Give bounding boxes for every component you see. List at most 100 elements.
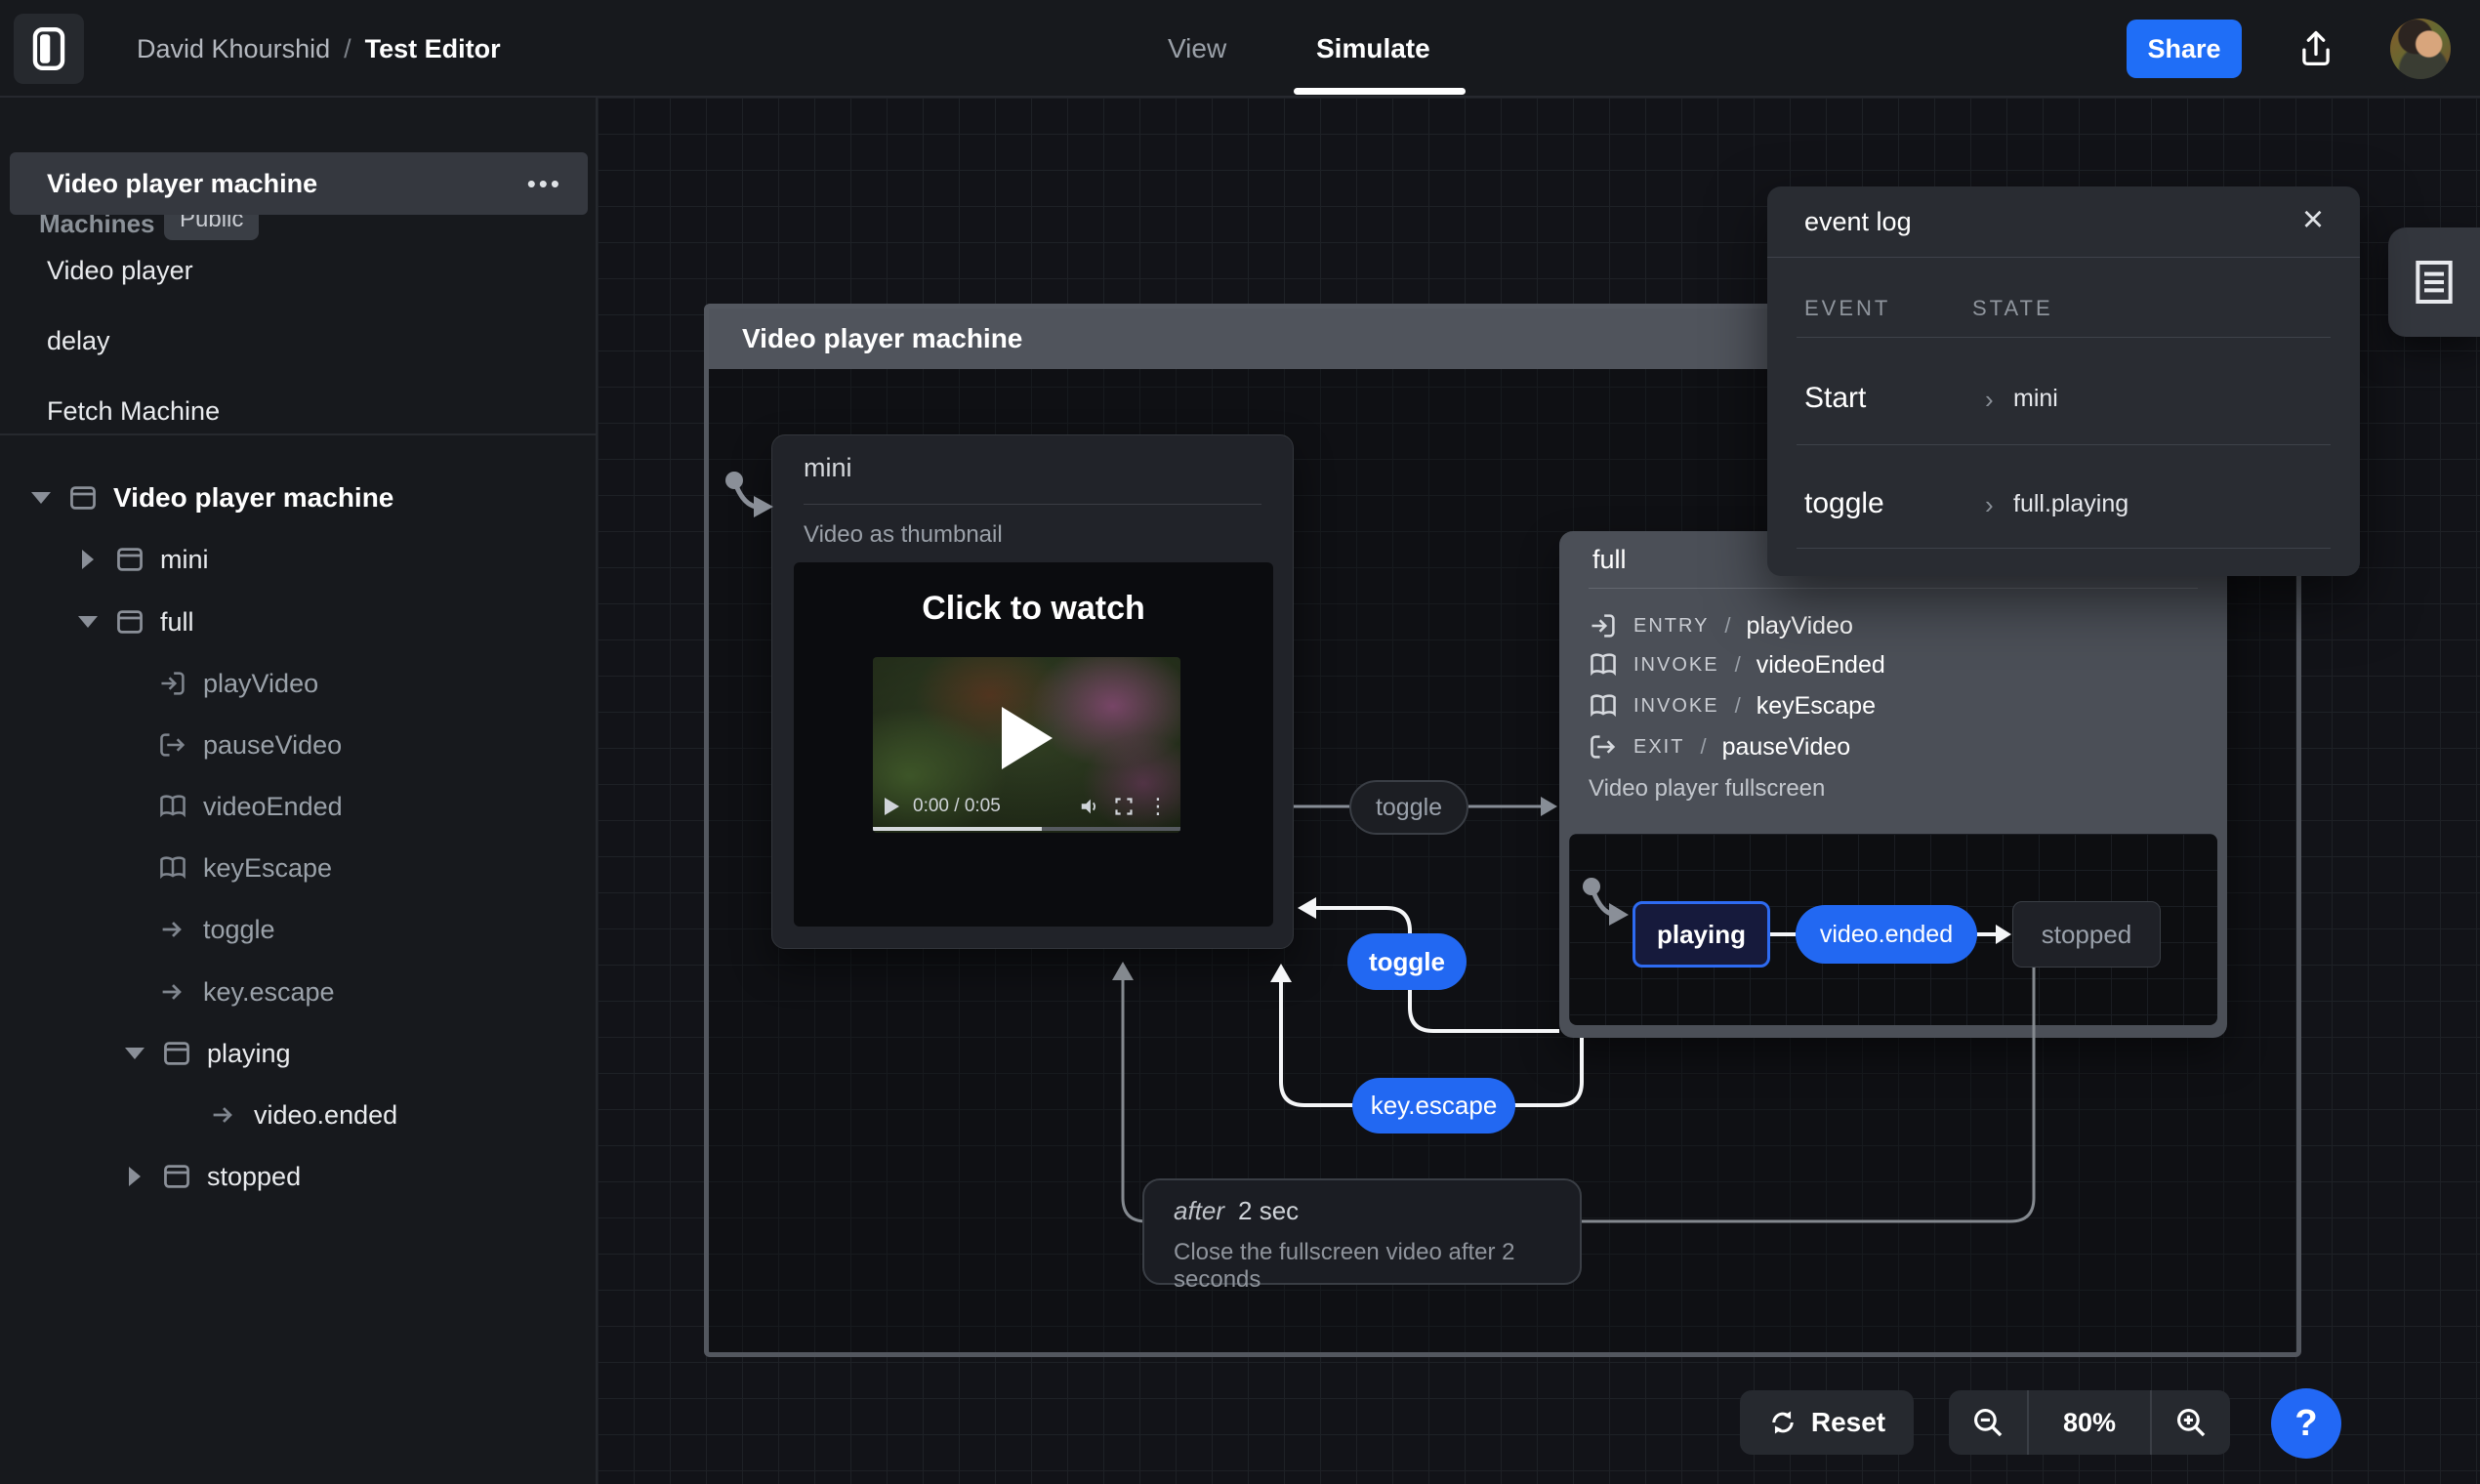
- column-header-event: EVENT: [1804, 296, 1890, 321]
- machine-name: Video player machine: [47, 169, 317, 199]
- zoom-in-button[interactable]: [2152, 1390, 2230, 1455]
- invoke-icon: [158, 853, 187, 883]
- tree-item-keyescape-event[interactable]: key.escape: [158, 965, 335, 1019]
- transition-arrow-icon: [158, 977, 187, 1007]
- divider: [804, 504, 1261, 505]
- tree-label: video.ended: [254, 1100, 397, 1131]
- transition-arrow-icon: [158, 915, 187, 944]
- help-button[interactable]: ?: [2271, 1388, 2341, 1459]
- machine-list-item[interactable]: delay: [10, 312, 588, 369]
- stately-editor: Video player machine: [0, 0, 2480, 1484]
- tree-label: key.escape: [203, 977, 335, 1008]
- chevron-right-icon: ›: [1985, 490, 1994, 520]
- tree-item-stopped[interactable]: stopped: [123, 1149, 301, 1204]
- video-thumbnail[interactable]: 0:00 / 0:05 ⋮: [873, 657, 1180, 833]
- action-sep: /: [1700, 734, 1706, 760]
- event-pill-key-escape[interactable]: key.escape: [1352, 1078, 1515, 1134]
- action-exit[interactable]: EXIT / pauseVideo: [1589, 728, 1850, 765]
- caret-right-icon[interactable]: [76, 550, 100, 569]
- caret-down-icon[interactable]: [123, 1048, 146, 1059]
- state-icon: [68, 483, 98, 513]
- divider: [1797, 337, 2331, 338]
- tree-item-toggle-event[interactable]: toggle: [158, 902, 275, 957]
- caret-down-icon[interactable]: [29, 492, 53, 504]
- action-sep: /: [1724, 613, 1730, 639]
- video-overlay-text: Click to watch: [794, 590, 1273, 628]
- event-pill-toggle-inactive[interactable]: toggle: [1349, 780, 1468, 835]
- play-overlay-icon[interactable]: [1002, 707, 1053, 769]
- action-invoke[interactable]: INVOKE / videoEnded: [1589, 646, 1885, 683]
- tree-item-machine-root[interactable]: Video player machine: [29, 471, 393, 525]
- exit-icon: [158, 730, 187, 760]
- state-node-stopped[interactable]: stopped: [2012, 901, 2161, 968]
- divider: [1797, 548, 2331, 549]
- tree-item-videoended-event[interactable]: video.ended: [209, 1088, 397, 1142]
- machine-list-item[interactable]: Video player: [10, 242, 588, 299]
- volume-icon[interactable]: [1079, 796, 1100, 817]
- breadcrumb-user[interactable]: David Khourshid: [137, 34, 330, 64]
- event-log-title: event log: [1804, 186, 1912, 257]
- action-name: pauseVideo: [1722, 733, 1851, 762]
- video-menu-icon[interactable]: ⋮: [1147, 794, 1169, 819]
- tree-label: playVideo: [203, 669, 318, 699]
- video-panel: Click to watch 0:00 / 0:05 ⋮: [794, 562, 1273, 927]
- state-title: full: [1592, 545, 1627, 575]
- video-progress-track[interactable]: [873, 827, 1180, 831]
- action-entry[interactable]: ENTRY / playVideo: [1589, 607, 1853, 644]
- refresh-icon: [1768, 1408, 1798, 1437]
- after-transition-note[interactable]: after2 sec Close the fullscreen video af…: [1142, 1178, 1582, 1285]
- more-options-icon[interactable]: •••: [527, 169, 562, 199]
- tree-item-mini[interactable]: mini: [76, 532, 209, 587]
- column-header-state: STATE: [1972, 296, 2053, 321]
- tree-label: toggle: [203, 915, 275, 945]
- toggle-sidebar-button[interactable]: [14, 14, 84, 84]
- divider: [1797, 444, 2331, 445]
- event-pill-video-ended[interactable]: video.ended: [1796, 905, 1977, 964]
- breadcrumb-document[interactable]: Test Editor: [365, 34, 501, 64]
- video-time: 0:00 / 0:05: [913, 796, 1001, 817]
- tree-item-playvideo[interactable]: playVideo: [158, 656, 318, 711]
- machine-list-item[interactable]: Fetch Machine: [10, 383, 588, 439]
- caret-down-icon[interactable]: [76, 616, 100, 628]
- state-node-playing[interactable]: playing: [1633, 901, 1770, 968]
- event-pill-toggle-active[interactable]: toggle: [1347, 933, 1467, 990]
- state-node-mini[interactable]: mini Video as thumbnail Click to watch 0…: [771, 434, 1294, 949]
- zoom-level[interactable]: 80%: [2027, 1390, 2152, 1455]
- machine-name: Video player: [47, 256, 193, 286]
- close-icon[interactable]: ×: [2294, 200, 2333, 239]
- reset-button[interactable]: Reset: [1740, 1390, 1914, 1455]
- entry-icon: [158, 669, 187, 698]
- tree-item-videoended[interactable]: videoEnded: [158, 779, 343, 834]
- machine-list-item-selected[interactable]: Video player machine •••: [10, 152, 588, 215]
- event-name: Start: [1804, 382, 1866, 415]
- export-button[interactable]: [2291, 23, 2341, 74]
- entry-icon: [1589, 611, 1618, 640]
- divider: [0, 433, 598, 435]
- avatar[interactable]: [2390, 19, 2451, 79]
- tree-label: playing: [207, 1039, 291, 1069]
- caret-right-icon[interactable]: [123, 1167, 146, 1186]
- play-button-icon[interactable]: [885, 798, 899, 815]
- event-log-panel: event log × EVENT STATE Start › mini tog…: [1767, 186, 2360, 576]
- export-icon: [2294, 27, 2337, 70]
- tree-item-playing[interactable]: playing: [123, 1026, 291, 1081]
- action-name: videoEnded: [1757, 651, 1885, 680]
- video-progress-played: [873, 827, 1042, 831]
- exit-icon: [1589, 732, 1618, 762]
- invoke-icon: [1589, 691, 1618, 721]
- tree-item-full[interactable]: full: [76, 595, 194, 649]
- invoke-icon: [158, 792, 187, 821]
- tab-simulate[interactable]: Simulate: [1316, 0, 1430, 98]
- tab-view[interactable]: View: [1168, 0, 1226, 98]
- action-invoke[interactable]: INVOKE / keyEscape: [1589, 687, 1876, 724]
- tree-item-pausevideo[interactable]: pauseVideo: [158, 718, 342, 772]
- zoom-out-button[interactable]: [1949, 1390, 2027, 1455]
- fullscreen-icon[interactable]: [1114, 797, 1134, 816]
- sidebar-panel-icon: [29, 26, 68, 71]
- tree-item-keyescape-invoke[interactable]: keyEscape: [158, 841, 332, 895]
- share-button[interactable]: Share: [2127, 20, 2242, 78]
- breadcrumb: David Khourshid / Test Editor: [137, 0, 501, 98]
- zoom-controls: 80%: [1949, 1390, 2230, 1455]
- tree-label: Video player machine: [113, 482, 393, 514]
- event-log-dock-tab[interactable]: [2388, 227, 2480, 337]
